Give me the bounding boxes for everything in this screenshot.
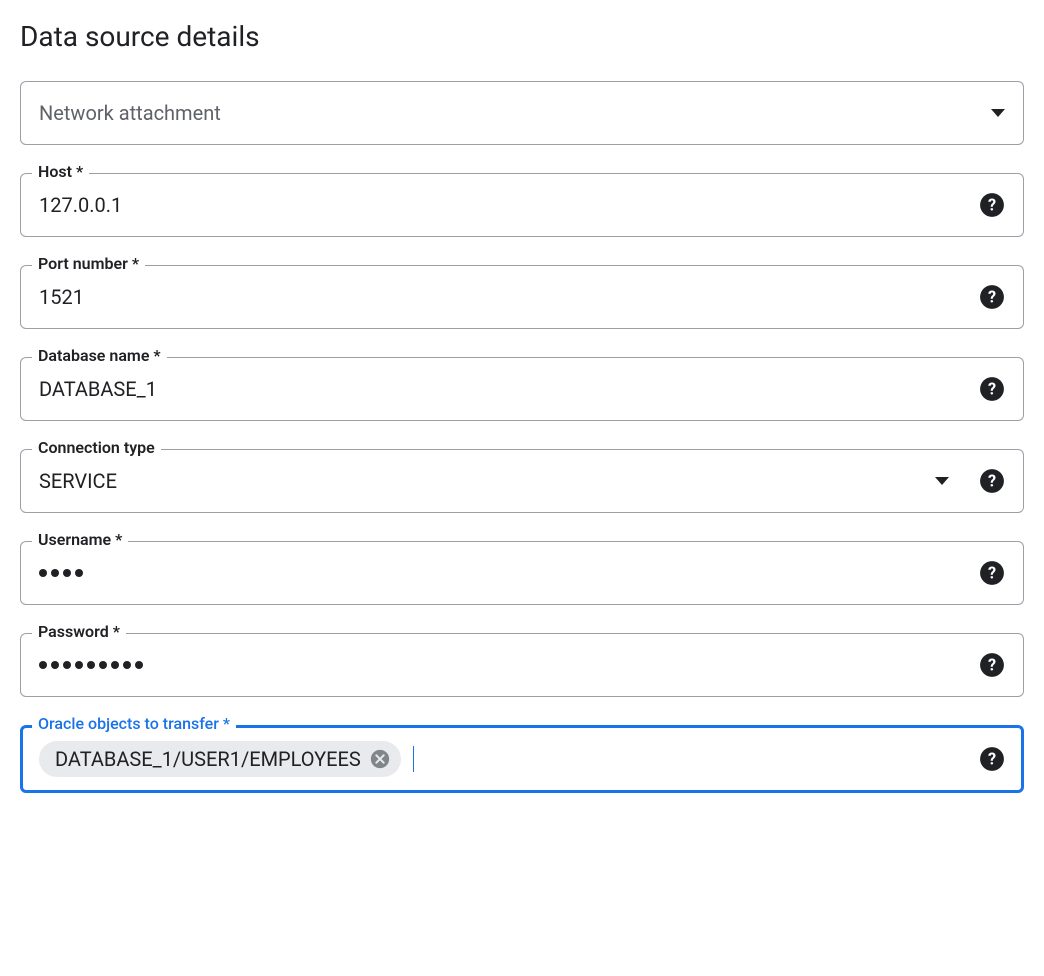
help-icon[interactable]: ? bbox=[979, 746, 1005, 772]
svg-text:?: ? bbox=[988, 195, 996, 214]
help-icon[interactable]: ? bbox=[979, 560, 1005, 586]
help-icon[interactable]: ? bbox=[979, 652, 1005, 678]
port-field-wrapper: Port number * ? bbox=[20, 265, 1024, 329]
page-title: Data source details bbox=[20, 20, 1024, 53]
oracle-objects-field-wrapper: Oracle objects to transfer * DATABASE_1/… bbox=[20, 725, 1024, 793]
oracle-objects-label: Oracle objects to transfer * bbox=[32, 714, 236, 733]
username-field-container: ? bbox=[20, 541, 1024, 605]
database-field-container: ? bbox=[20, 357, 1024, 421]
chevron-down-icon bbox=[991, 109, 1005, 117]
svg-text:?: ? bbox=[988, 655, 996, 674]
connection-type-label: Connection type bbox=[32, 438, 161, 457]
username-input[interactable] bbox=[39, 569, 967, 577]
port-field-container: ? bbox=[20, 265, 1024, 329]
password-label: Password * bbox=[32, 622, 126, 641]
help-icon[interactable]: ? bbox=[979, 284, 1005, 310]
text-cursor bbox=[413, 746, 414, 772]
network-attachment-field-wrapper: Network attachment bbox=[20, 81, 1024, 145]
svg-text:?: ? bbox=[988, 563, 996, 582]
connection-type-select[interactable]: SERVICE ? bbox=[20, 449, 1024, 513]
oracle-objects-chip: DATABASE_1/USER1/EMPLOYEES bbox=[39, 741, 401, 777]
chevron-down-icon bbox=[935, 477, 949, 485]
password-field-container: ? bbox=[20, 633, 1024, 697]
help-icon[interactable]: ? bbox=[979, 376, 1005, 402]
oracle-objects-input[interactable]: DATABASE_1/USER1/EMPLOYEES bbox=[39, 741, 967, 777]
connection-type-field-wrapper: Connection type SERVICE ? bbox=[20, 449, 1024, 513]
database-field-wrapper: Database name * ? bbox=[20, 357, 1024, 421]
username-field-wrapper: Username * ? bbox=[20, 541, 1024, 605]
port-label: Port number * bbox=[32, 254, 145, 273]
host-field-container: ? bbox=[20, 173, 1024, 237]
username-label: Username * bbox=[32, 530, 128, 549]
oracle-objects-field-container: DATABASE_1/USER1/EMPLOYEES ? bbox=[20, 725, 1024, 793]
svg-text:?: ? bbox=[988, 471, 996, 490]
host-label: Host * bbox=[32, 162, 89, 181]
svg-text:?: ? bbox=[988, 379, 996, 398]
host-field-wrapper: Host * ? bbox=[20, 173, 1024, 237]
host-input[interactable] bbox=[39, 193, 967, 217]
network-attachment-placeholder: Network attachment bbox=[39, 101, 979, 125]
help-icon[interactable]: ? bbox=[979, 192, 1005, 218]
connection-type-value: SERVICE bbox=[39, 469, 923, 493]
close-icon[interactable] bbox=[369, 748, 391, 770]
svg-text:?: ? bbox=[988, 749, 996, 768]
database-label: Database name * bbox=[32, 346, 167, 365]
password-input[interactable] bbox=[39, 661, 967, 669]
password-field-wrapper: Password * ? bbox=[20, 633, 1024, 697]
help-icon[interactable]: ? bbox=[979, 468, 1005, 494]
network-attachment-select[interactable]: Network attachment bbox=[20, 81, 1024, 145]
svg-text:?: ? bbox=[988, 287, 996, 306]
oracle-objects-chip-text: DATABASE_1/USER1/EMPLOYEES bbox=[55, 747, 361, 771]
port-input[interactable] bbox=[39, 285, 967, 309]
database-input[interactable] bbox=[39, 377, 967, 401]
